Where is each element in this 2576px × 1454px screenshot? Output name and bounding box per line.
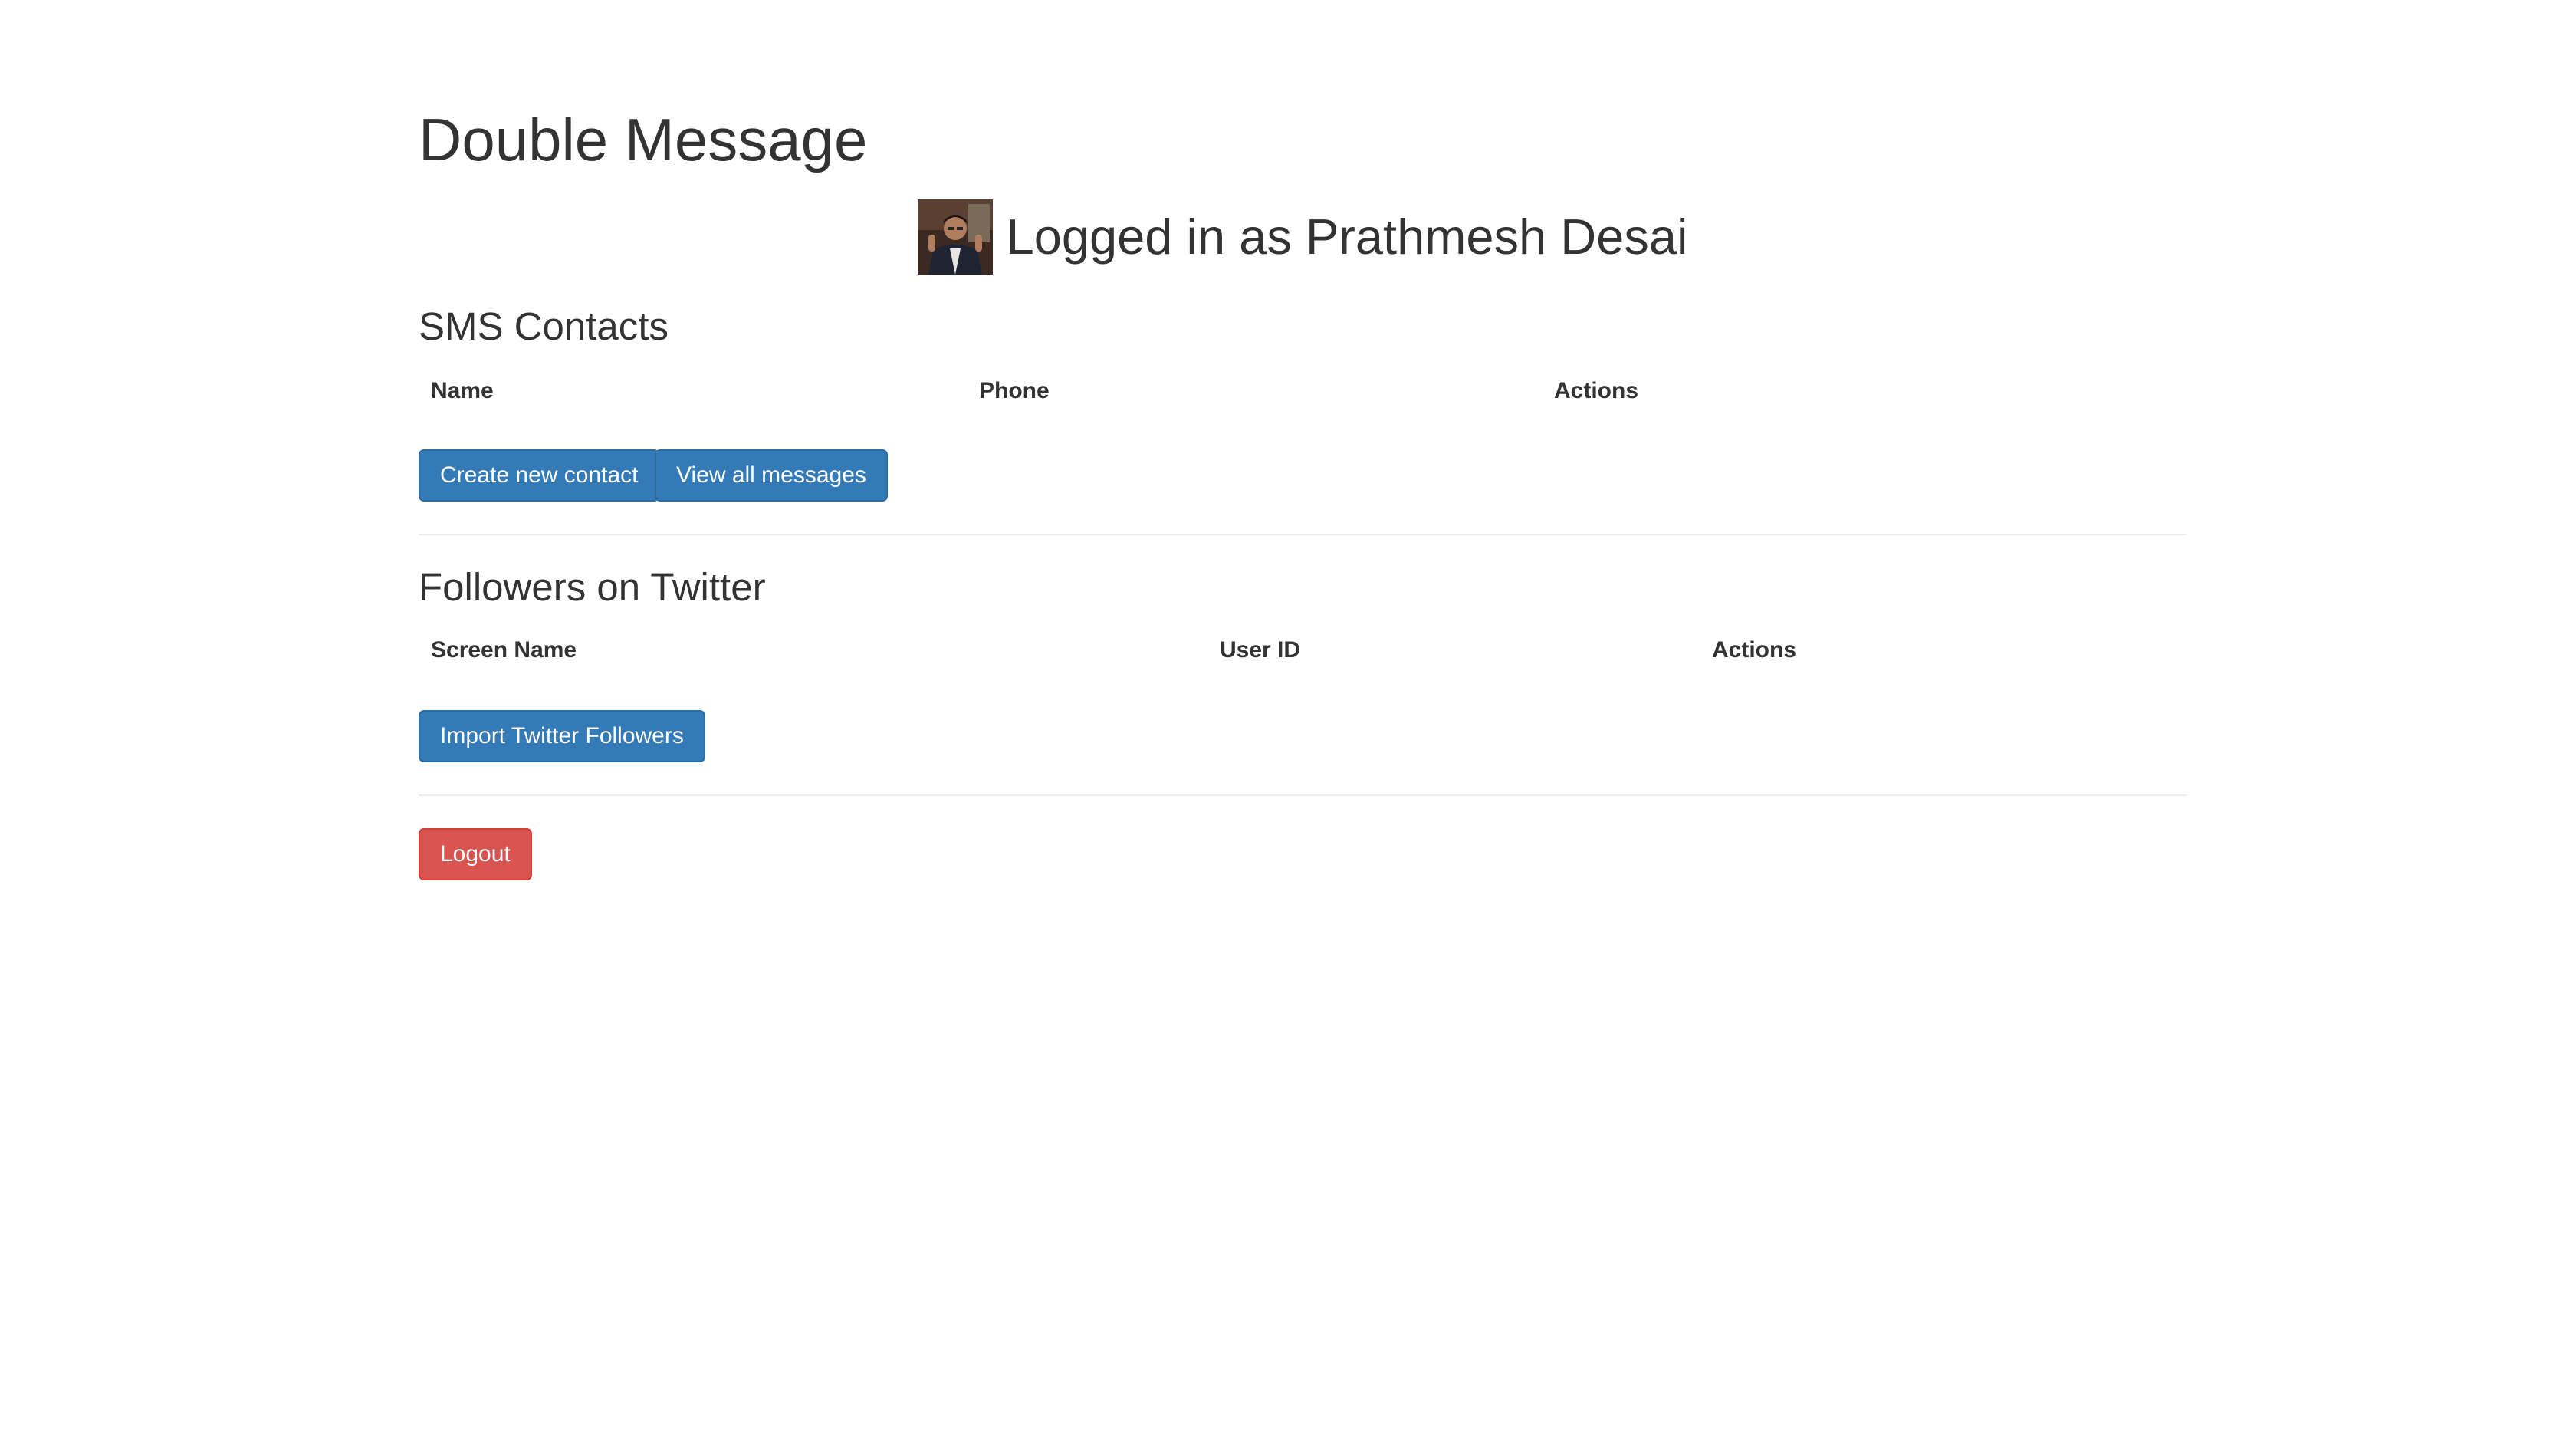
column-header-phone: Phone xyxy=(979,378,1050,403)
section-divider xyxy=(419,534,2187,535)
twitter-followers-table-header: Screen Name User ID Actions xyxy=(419,627,2187,673)
create-contact-button[interactable]: Create new contact xyxy=(419,449,660,502)
twitter-followers-title: Followers on Twitter xyxy=(419,565,766,609)
user-photo-icon xyxy=(917,199,993,275)
sms-contacts-table-header: Name Phone Actions xyxy=(419,368,2187,414)
view-messages-button[interactable]: View all messages xyxy=(655,449,888,502)
login-text: Logged in as Prathmesh Desai xyxy=(1006,209,1688,265)
login-status: Logged in as Prathmesh Desai xyxy=(419,199,2187,275)
column-header-actions: Actions xyxy=(1712,637,1797,663)
column-header-name: Name xyxy=(431,378,494,403)
column-header-user-id: User ID xyxy=(1220,637,1301,663)
column-header-screen-name: Screen Name xyxy=(431,637,577,663)
avatar xyxy=(917,199,993,275)
import-twitter-followers-button[interactable]: Import Twitter Followers xyxy=(419,710,705,762)
logout-button[interactable]: Logout xyxy=(419,828,532,880)
column-header-actions: Actions xyxy=(1554,378,1639,403)
section-divider xyxy=(419,794,2187,796)
app-title: Double Message xyxy=(419,106,868,173)
sms-contacts-title: SMS Contacts xyxy=(419,304,669,348)
